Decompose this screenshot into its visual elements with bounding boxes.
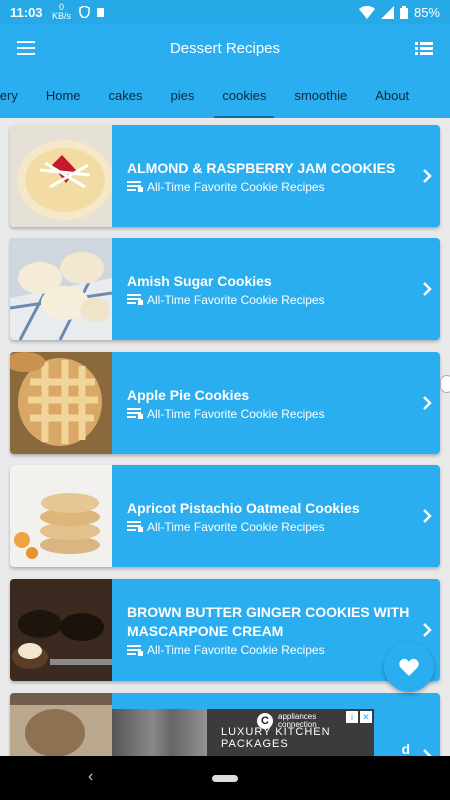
recipe-card[interactable]: Amish Sugar Cookies All-Time Favorite Co… (10, 238, 440, 340)
tab-about[interactable]: About (361, 72, 423, 118)
list-icon (127, 294, 143, 305)
chevron-right-icon (423, 282, 432, 296)
recipe-thumbnail (10, 465, 112, 567)
tab-cakes[interactable]: cakes (95, 72, 157, 118)
recipe-thumbnail (10, 238, 112, 340)
heart-icon (399, 658, 419, 676)
system-nav-bar: ‹ (0, 756, 450, 800)
recipe-title: BROWN BUTTER GINGER COOKIES WITH MASCARP… (127, 604, 410, 639)
app-title: Dessert Recipes (169, 39, 281, 57)
ad-banner[interactable]: C appliances connection LUXURY KITCHEN P… (112, 709, 374, 756)
recipe-subtitle: All-Time Favorite Cookie Recipes (147, 406, 325, 421)
battery-percent: 85% (413, 4, 440, 20)
notification-icon (96, 7, 104, 17)
net-speed: 0 KB/s (52, 2, 72, 21)
ad-choices[interactable]: i ✕ (346, 711, 372, 723)
category-tabs: llery Home cakes pies cookies smoothie A… (0, 72, 450, 118)
cellular-icon (380, 5, 394, 19)
info-icon[interactable]: i (346, 711, 358, 723)
recipe-title: Apricot Pistachio Oatmeal Cookies (127, 499, 360, 516)
recipe-thumbnail (10, 125, 112, 227)
shield-icon (78, 6, 90, 18)
app-bar: Dessert Recipes (0, 24, 450, 72)
recipe-thumbnail (10, 693, 112, 758)
recipe-title: Amish Sugar Cookies (127, 272, 272, 289)
chevron-right-icon (423, 623, 432, 637)
tab-pies[interactable]: pies (157, 72, 209, 118)
recipe-subtitle: All-Time Favorite Cookie Recipes (147, 519, 325, 534)
status-bar: 11:03 0 KB/s 85% (0, 0, 450, 24)
list-icon (127, 521, 143, 532)
chevron-right-icon (423, 396, 432, 410)
chevron-right-icon (423, 169, 432, 183)
tab-home[interactable]: Home (32, 72, 95, 118)
close-icon[interactable]: ✕ (360, 711, 372, 723)
list-icon (127, 181, 143, 192)
status-icons: 0 KB/s (51, 3, 105, 21)
scroll-handle[interactable] (440, 375, 450, 393)
recipe-title: Apple Pie Cookies (127, 386, 250, 403)
recipe-subtitle: All-Time Favorite Cookie Recipes (147, 292, 325, 307)
recipe-list[interactable]: ALMOND & RASPBERRY JAM COOKIES All-Time … (0, 118, 450, 758)
recipe-card[interactable]: Apple Pie Cookies All-Time Favorite Cook… (10, 352, 440, 454)
ad-tagline: LUXURY KITCHEN PACKAGES (221, 726, 331, 750)
list-view-button[interactable] (398, 24, 450, 72)
back-icon[interactable]: ‹ (88, 768, 93, 786)
hamburger-icon (17, 41, 35, 55)
status-time: 11:03 (10, 4, 43, 20)
recipe-thumbnail (10, 352, 112, 454)
menu-button[interactable] (0, 24, 52, 72)
battery-icon (399, 5, 408, 19)
recipe-title: ALMOND & RASPBERRY JAM COOKIES (127, 159, 396, 176)
recipe-thumbnail (10, 579, 112, 681)
tab-gallery[interactable]: llery (0, 72, 32, 118)
chevron-right-icon (423, 509, 432, 523)
favorite-button[interactable] (384, 642, 434, 692)
home-pill[interactable] (212, 775, 238, 782)
recipe-card[interactable]: Apricot Pistachio Oatmeal Cookies All-Ti… (10, 465, 440, 567)
wifi-icon (358, 5, 375, 19)
recipe-subtitle: All-Time Favorite Cookie Recipes (147, 179, 325, 194)
list-icon (127, 408, 143, 419)
tab-cookies[interactable]: cookies (208, 72, 280, 118)
recipe-card[interactable]: ALMOND & RASPBERRY JAM COOKIES All-Time … (10, 125, 440, 227)
list-icon (415, 41, 433, 55)
list-icon (127, 644, 143, 656)
recipe-subtitle: All-Time Favorite Cookie Recipes (147, 643, 325, 657)
ad-image (112, 709, 212, 756)
recipe-card[interactable]: BROWN BUTTER GINGER COOKIES WITH MASCARP… (10, 579, 440, 681)
tab-smoothie[interactable]: smoothie (280, 72, 361, 118)
